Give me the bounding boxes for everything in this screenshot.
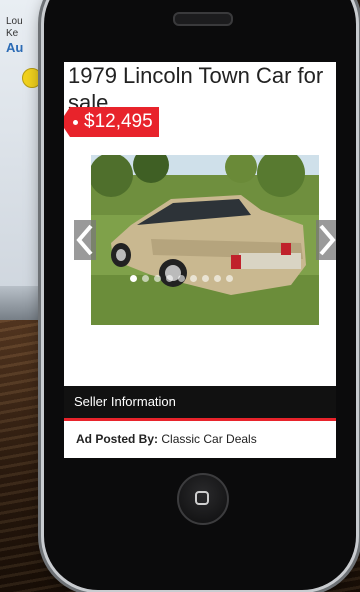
seller-info-header: Seller Information <box>64 386 336 421</box>
pager-dot[interactable] <box>154 275 161 282</box>
chevron-right-icon <box>319 224 336 256</box>
pager-dot[interactable] <box>226 275 233 282</box>
chevron-left-icon <box>76 224 93 256</box>
posted-by-value[interactable]: Classic Car Deals <box>161 432 256 446</box>
price-value: $12,495 <box>84 111 153 132</box>
next-photo-button[interactable] <box>316 220 336 260</box>
car-photo[interactable] <box>91 155 319 325</box>
pager-dot[interactable] <box>130 275 137 282</box>
pager-dot[interactable] <box>178 275 185 282</box>
laptop-text-line: Ke <box>6 28 19 39</box>
price-tag: $12,495 <box>64 107 159 137</box>
laptop-text-line: Au <box>6 40 24 55</box>
car-photo-image <box>91 155 319 325</box>
photo-pager-dots <box>130 269 238 282</box>
ad-posted-by: Ad Posted By: Classic Car Deals <box>76 432 257 446</box>
home-button-icon <box>195 491 209 505</box>
home-button[interactable] <box>177 473 229 525</box>
tag-hole-icon <box>73 120 78 125</box>
phone-screen: 1979 Lincoln Town Car for sale $12,495 S… <box>64 62 336 458</box>
pager-dot[interactable] <box>142 275 149 282</box>
posted-by-label: Ad Posted By: <box>76 432 159 446</box>
pager-dot[interactable] <box>190 275 197 282</box>
pager-dot[interactable] <box>202 275 209 282</box>
laptop-yellow-icon <box>22 68 42 88</box>
previous-photo-button[interactable] <box>74 220 96 260</box>
phone-device: 1979 Lincoln Town Car for sale $12,495 S… <box>44 0 356 590</box>
laptop-text-line: Lou <box>6 16 23 27</box>
pager-dot[interactable] <box>166 275 173 282</box>
speaker-grille <box>173 12 233 26</box>
seller-info-title: Seller Information <box>74 394 176 409</box>
pager-dot[interactable] <box>214 275 221 282</box>
